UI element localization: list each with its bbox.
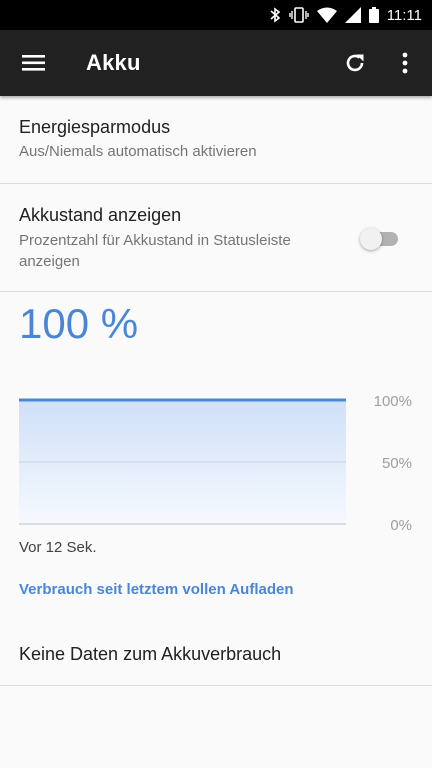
battery-icon	[368, 7, 379, 23]
wifi-icon	[316, 7, 337, 23]
more-vert-icon[interactable]	[395, 51, 415, 75]
app-toolbar: Akku	[0, 30, 432, 96]
pref-summary: Prozentzahl für Akkustand in Statusleist…	[19, 232, 291, 270]
battery-history-chart: 100% 50% 0%	[19, 393, 412, 534]
pref-battery-saver[interactable]: Energiesparmodus Aus/Niemals automatisch…	[0, 117, 432, 162]
status-bar: 11:11	[0, 0, 432, 30]
chart-y-tick-label: 100%	[374, 393, 412, 410]
vibrate-icon	[288, 7, 309, 23]
toggle-thumb	[360, 228, 382, 250]
battery-percent-toggle[interactable]	[360, 227, 400, 251]
chart-y-tick-label: 50%	[382, 455, 412, 472]
time-since-label: Vor 12 Sek.	[19, 539, 97, 556]
usage-since-full-charge-link[interactable]: Verbrauch seit letztem vollen Aufladen	[19, 581, 294, 598]
no-usage-data-label: Keine Daten zum Akkuverbrauch	[19, 644, 282, 664]
status-time: 11:11	[386, 6, 422, 24]
chart-y-ticks: 100% 50% 0%	[374, 393, 412, 534]
chart-y-tick-label: 0%	[390, 517, 412, 534]
menu-icon[interactable]	[22, 52, 46, 74]
divider	[0, 685, 432, 686]
signal-icon	[344, 7, 361, 23]
refresh-icon[interactable]	[343, 51, 367, 75]
battery-level: 100 %	[19, 300, 139, 347]
pref-title: Akkustand anzeigen	[19, 205, 182, 225]
page-title: Akku	[86, 50, 141, 75]
pref-summary: Aus/Niemals automatisch aktivieren	[19, 143, 257, 160]
bluetooth-icon	[269, 7, 281, 23]
divider	[0, 291, 432, 292]
chart-plot-area	[19, 398, 346, 525]
pref-title: Energiesparmodus	[19, 117, 171, 137]
divider	[0, 183, 432, 184]
